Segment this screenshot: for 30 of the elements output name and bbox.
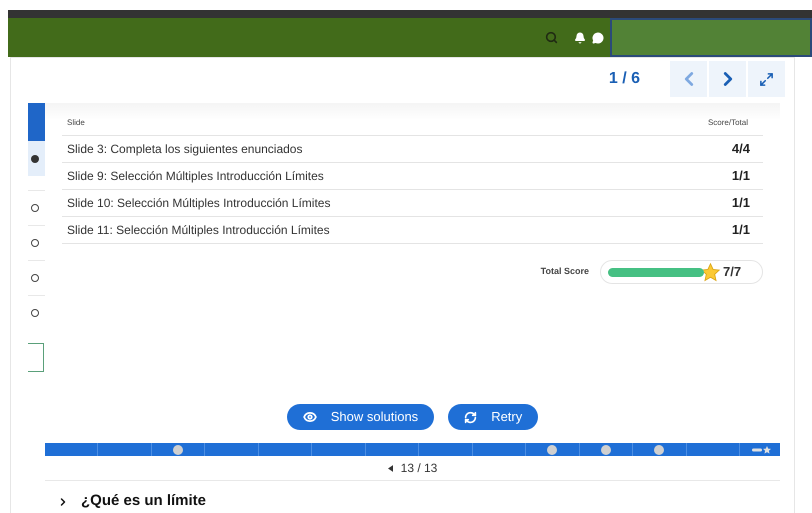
bell-icon[interactable]: [574, 32, 586, 44]
previous-arrow-icon[interactable]: [388, 464, 393, 472]
page-counter: 1 / 6: [608, 69, 640, 89]
refresh-icon: [464, 410, 478, 424]
table-cell-text: Slide 11: Selección Múltiples Introducción Límites: [67, 222, 330, 239]
retry-button[interactable]: Retry: [448, 404, 538, 430]
search-icon[interactable]: [545, 31, 558, 44]
table-cell-text: 4/4: [732, 140, 750, 158]
table-cell-text: 1/1: [732, 167, 750, 186]
chat-icon[interactable]: [592, 32, 604, 44]
sidebar-item[interactable]: [28, 141, 45, 176]
table-cell-text: Slide 10: Selección Múltiples Introducción Límites: [67, 195, 330, 212]
column-header: Score/Total: [708, 117, 748, 129]
column-header: Slide: [67, 117, 85, 129]
next-button[interactable]: [709, 61, 746, 97]
table-cell-text: 1/1: [732, 194, 750, 212]
show-solutions-button[interactable]: Show solutions: [286, 404, 434, 430]
summary-star-icon[interactable]: [752, 446, 772, 454]
table-cell-text: Slide 9: Selección Múltiples Introducción Límites: [67, 168, 324, 185]
eye-icon: [302, 410, 317, 424]
fullscreen-button[interactable]: [748, 61, 785, 97]
section-title[interactable]: ¿Qué es un límite: [81, 490, 206, 513]
slide-counter: 13 / 13: [400, 460, 438, 477]
total-score-label: Total Score: [540, 265, 589, 278]
input-field[interactable]: [28, 343, 44, 372]
sidebar-header: [28, 103, 45, 141]
total-score-value: 7/7: [723, 263, 742, 282]
table-cell-text: 1/1: [732, 221, 750, 240]
fullscreen-icon: [759, 72, 774, 86]
table-cell-text: Slide 3: Completa los siguientes enunciados: [67, 141, 302, 158]
